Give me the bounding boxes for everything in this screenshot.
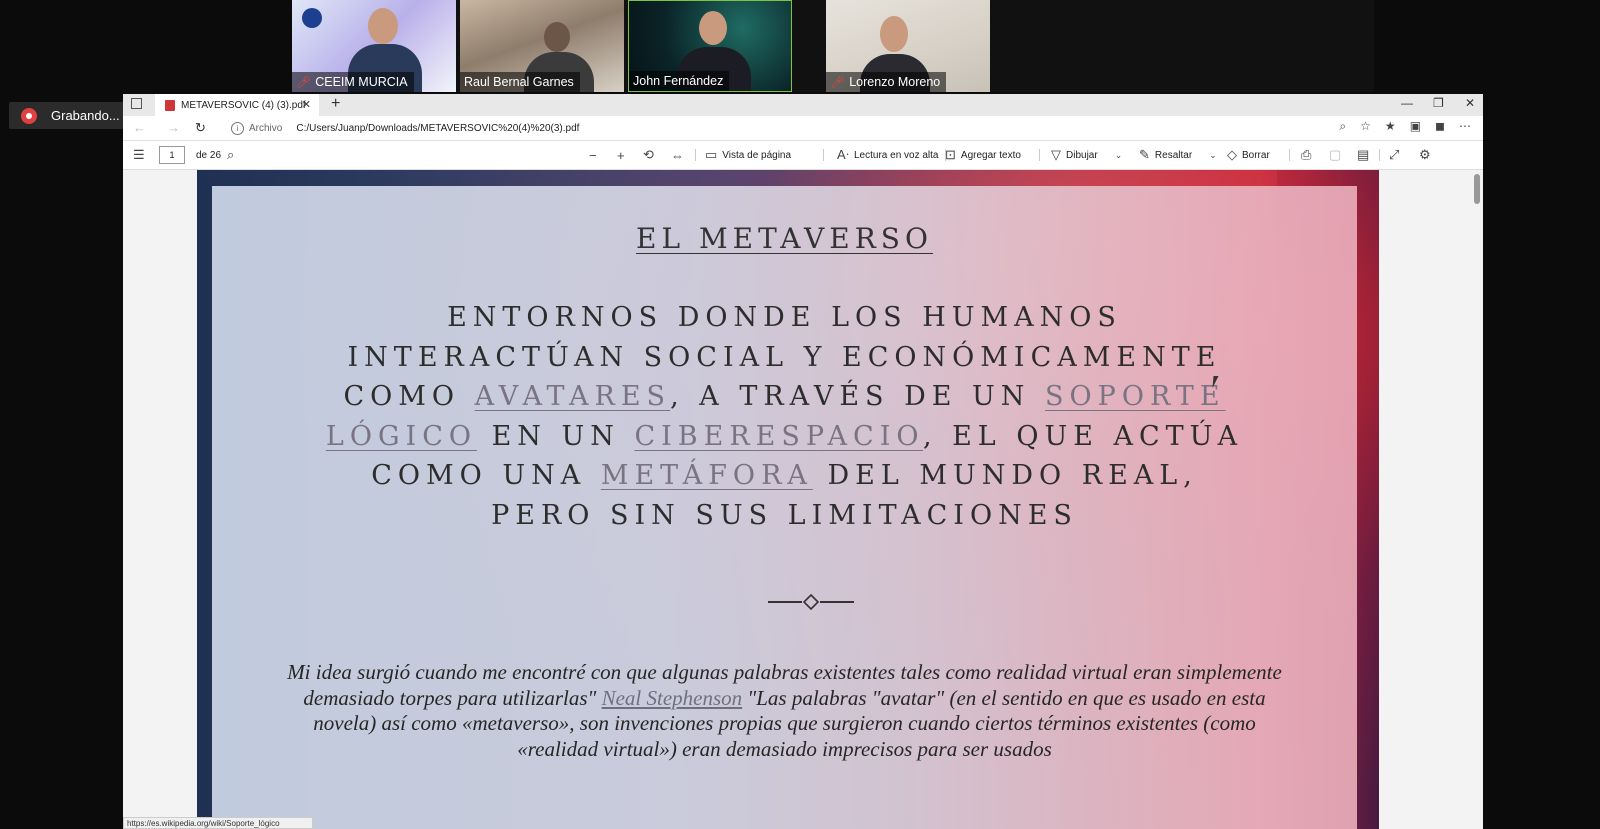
tab-bar: METAVERSOVIC (4) (3).pdf ✕ + — ❐ ✕ [123, 94, 1483, 116]
draw-button[interactable]: ▽ Dibujar ⌄ [1051, 141, 1122, 169]
status-link-preview: https://es.wikipedia.org/wiki/Soporte_ló… [123, 817, 313, 829]
participant-label: Raul Bernal Garnes [460, 72, 580, 92]
page-view-icon: ▭ [705, 147, 718, 162]
save-as-icon[interactable]: ▤ [1357, 141, 1369, 169]
slide-panel: EL METAVERSO Entornos donde los humanos … [212, 186, 1357, 829]
browser-window: METAVERSOVIC (4) (3).pdf ✕ + — ❐ ✕ ← → ↻… [123, 94, 1483, 829]
add-text-button[interactable]: ⊡ Agregar texto [945, 141, 1021, 169]
video-strip: 🎤︎ CEEIM MURCIA Raul Bernal Garnes John … [292, 0, 1374, 92]
participant-face [368, 8, 398, 44]
back-icon[interactable]: ← [133, 120, 146, 135]
participant-label: 🎤︎ Lorenzo Moreno [826, 72, 947, 92]
link-neal-stephenson[interactable]: Neal Stephenson [602, 686, 743, 710]
mic-muted-icon: 🎤︎ [296, 75, 312, 89]
address-bar: ← → ↻ i Archivo C:/Users/Juanp/Downloads… [123, 116, 1483, 141]
link-avatares[interactable]: avatares [475, 381, 670, 412]
record-icon [21, 107, 37, 124]
mic-muted-icon: 🎤︎ [830, 75, 846, 89]
pdf-file-icon [165, 99, 175, 111]
highlight-icon: ✎ [1139, 147, 1150, 162]
erase-button[interactable]: ◇ Borrar [1227, 141, 1270, 169]
contents-icon[interactable]: ☰ [133, 141, 145, 169]
link-metafora[interactable]: metáfora [601, 460, 813, 491]
participant-label: John Fernández [629, 71, 730, 91]
participant-tile[interactable]: 🎤︎ Lorenzo Moreno [826, 0, 990, 92]
close-window-icon[interactable]: ✕ [1465, 96, 1475, 110]
url-field[interactable]: i Archivo C:/Users/Juanp/Downloads/METAV… [231, 118, 1391, 138]
address-actions: ⌕ ☆ ★ ▣ ◼ ⋯ [1339, 119, 1471, 134]
pdf-page: EL METAVERSO Entornos donde los humanos … [197, 170, 1379, 829]
toolbar-divider [1289, 149, 1290, 161]
scrollbar-thumb[interactable] [1474, 174, 1480, 204]
participant-label: 🎤︎ CEEIM MURCIA [292, 72, 414, 92]
toolbar-divider [823, 149, 824, 161]
divider-ornament-icon [768, 594, 854, 610]
reload-icon[interactable]: ↻ [195, 120, 206, 136]
favorite-add-icon[interactable]: ☆ [1360, 119, 1371, 134]
participant-tile[interactable]: 🎤︎ CEEIM MURCIA [292, 0, 456, 92]
read-aloud-button[interactable]: Aᐧ Lectura en voz alta [837, 141, 939, 169]
collections-icon[interactable]: ▣ [1410, 119, 1421, 134]
toolbar-divider [1379, 149, 1380, 161]
fit-page-icon[interactable]: ⇔ [671, 141, 684, 169]
quote-text: Mi idea surgió cuando me encontré con qu… [287, 660, 1282, 761]
zoom-in-icon[interactable]: + [617, 141, 625, 169]
save-icon[interactable]: ▢ [1329, 141, 1341, 169]
draw-icon: ▽ [1051, 147, 1061, 162]
profile-icon[interactable]: ◼ [1435, 119, 1445, 134]
definition-text: Entornos donde los humanos interactúan s… [325, 302, 1244, 531]
eraser-icon: ◇ [1227, 147, 1237, 162]
participant-face [699, 11, 727, 45]
read-aloud-icon: Aᐧ [837, 147, 849, 162]
participant-face [880, 16, 908, 52]
rotate-icon[interactable]: ⟲ [643, 141, 654, 169]
pdf-toolbar: ☰ 1 de 26 ⌕ − + ⟲ ⇔ ▭ Vista de página Aᐧ… [123, 141, 1483, 170]
minimize-icon[interactable]: — [1401, 96, 1413, 110]
fullscreen-icon[interactable]: ⤢ [1389, 141, 1399, 169]
page-view-button[interactable]: ▭ Vista de página [705, 141, 791, 169]
restore-icon[interactable]: ❐ [1433, 96, 1444, 110]
add-text-icon: ⊡ [945, 147, 956, 162]
mouse-cursor-icon [1212, 376, 1224, 388]
info-icon[interactable]: i [231, 121, 244, 135]
more-icon[interactable]: ⋯ [1459, 119, 1471, 134]
tab-actions-icon[interactable] [131, 98, 142, 109]
print-icon[interactable]: ⎙ [1301, 141, 1311, 169]
participant-tile[interactable]: Raul Bernal Garnes [460, 0, 624, 92]
new-tab-icon[interactable]: + [331, 95, 340, 113]
slide-title: EL METAVERSO [636, 222, 933, 255]
forward-icon[interactable]: → [167, 120, 180, 135]
vertical-scrollbar[interactable] [1471, 170, 1483, 829]
favorites-icon[interactable]: ★ [1385, 119, 1396, 134]
highlight-button[interactable]: ✎ Resaltar ⌄ [1139, 141, 1217, 169]
search-icon[interactable]: ⌕ [227, 141, 234, 169]
close-tab-icon[interactable]: ✕ [302, 98, 311, 111]
tab-pdf[interactable]: METAVERSOVIC (4) (3).pdf ✕ [155, 94, 319, 116]
participant-tile-active[interactable]: John Fernández [628, 0, 792, 92]
zoom-icon[interactable]: ⌕ [1339, 119, 1346, 134]
link-ciberespacio[interactable]: ciberespacio [634, 421, 922, 452]
zoom-out-icon[interactable]: − [589, 141, 597, 169]
chevron-down-icon[interactable]: ⌄ [1115, 150, 1123, 161]
toolbar-divider [695, 149, 696, 161]
participant-face [544, 22, 570, 52]
page-number-group: 1 de 26 [159, 141, 221, 169]
settings-gear-icon[interactable]: ⚙ [1419, 141, 1431, 169]
event-logo-icon [302, 8, 322, 28]
page-number-input[interactable]: 1 [159, 146, 185, 164]
chevron-down-icon[interactable]: ⌄ [1209, 150, 1217, 161]
toolbar-divider [1039, 149, 1040, 161]
pdf-viewer[interactable]: EL METAVERSO Entornos donde los humanos … [123, 170, 1483, 829]
